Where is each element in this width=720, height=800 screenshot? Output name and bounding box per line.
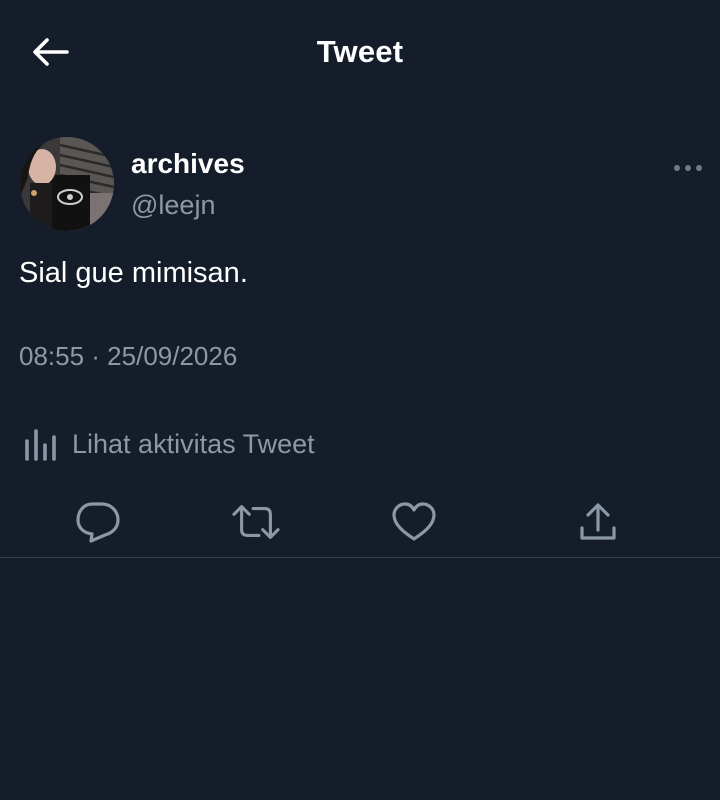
page-title: Tweet xyxy=(316,34,404,69)
divider xyxy=(0,557,720,558)
heart-icon xyxy=(392,502,436,541)
tweet-timestamp: 08:55 · 25/09/2026 xyxy=(19,341,238,371)
tweet-text: Sial gue mimisan. xyxy=(19,257,248,289)
avatar[interactable] xyxy=(20,137,114,231)
reply-button[interactable] xyxy=(74,498,122,546)
author-display-name[interactable]: archives xyxy=(131,148,245,180)
author-handle[interactable]: @leejn xyxy=(131,190,215,221)
like-button[interactable] xyxy=(390,498,438,546)
tweet-detail-screen: Tweet archives @leejn Sial gue mimisan. … xyxy=(0,0,720,800)
bar-chart-icon xyxy=(25,429,56,461)
view-tweet-activity-link[interactable]: Lihat aktivitas Tweet xyxy=(22,424,315,464)
reply-icon xyxy=(76,502,120,543)
activity-label: Lihat aktivitas Tweet xyxy=(72,428,315,459)
share-button[interactable] xyxy=(574,498,622,546)
more-horizontal-icon xyxy=(674,165,702,171)
retweet-button[interactable] xyxy=(232,498,280,546)
share-icon xyxy=(580,503,616,540)
more-options-button[interactable] xyxy=(668,156,708,180)
top-bar: Tweet xyxy=(0,0,720,106)
retweet-icon xyxy=(232,505,280,539)
